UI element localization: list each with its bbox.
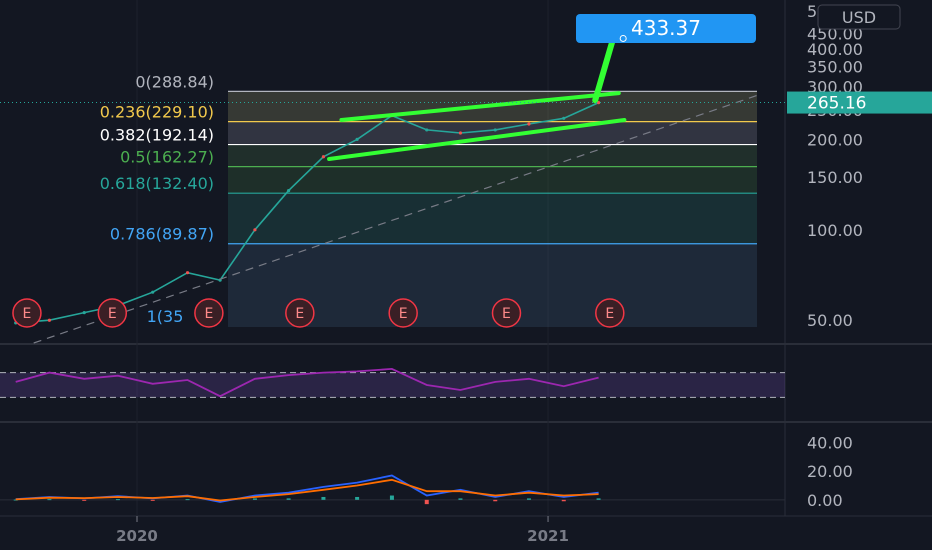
fib-level-label: 0.236(229.10) [100, 103, 214, 122]
currency-button-label: USD [842, 8, 876, 27]
earnings-marker-label: E [605, 306, 614, 322]
macd-axis-tick-label: 0.00 [807, 491, 843, 510]
macd-histogram-bar [47, 499, 52, 501]
macd-axis-tick-label: 40.00 [807, 433, 853, 452]
earnings-marker-label: E [204, 306, 213, 322]
macd-histogram-bar [82, 499, 87, 501]
earnings-marker-label: E [399, 306, 408, 322]
fib-zone [228, 144, 757, 167]
earnings-marker-label: E [295, 306, 304, 322]
macd-histogram-bar [493, 499, 498, 502]
time-axis-tick-label: 2021 [527, 527, 569, 545]
macd-histogram-bar [458, 498, 463, 500]
price-point [185, 271, 190, 275]
fib-level-label: 0(288.84) [135, 72, 214, 91]
macd-histogram-bar [561, 499, 566, 502]
macd-histogram-bar [252, 498, 257, 500]
price-point [458, 131, 463, 135]
price-point [562, 116, 566, 120]
price-chart[interactable]: 0(288.84) 0.236(229.10) 0.382(192.14) 0.5(1… [0, 0, 932, 550]
price-point [355, 137, 359, 141]
macd-histogram-bar [526, 498, 531, 500]
macd-histogram-bar [596, 498, 601, 500]
price-axis-tick-label: 50.00 [807, 311, 853, 330]
fib-zone [228, 166, 757, 194]
earnings-marker-label: E [23, 306, 32, 322]
price-point [253, 228, 257, 232]
earnings-marker[interactable]: E [12, 298, 42, 328]
price-axis-tick-label: 350.00 [807, 57, 863, 76]
chart-root: 0(288.84) 0.236(229.10) 0.382(192.14) 0.5(1… [0, 0, 932, 550]
rsi-panel [0, 367, 785, 398]
fib-zone [228, 193, 757, 244]
fib-level-label: 0.5(162.27) [120, 148, 214, 167]
time-axis-tick-label: 2020 [116, 527, 158, 545]
macd-axis-tick-label: 20.00 [807, 462, 853, 481]
price-axis-tick-label: 400.00 [807, 40, 863, 59]
target-callout[interactable]: 433.37 [576, 14, 756, 43]
macd-histogram-bar [355, 496, 360, 500]
price-axis-tick-label: 100.00 [807, 221, 863, 240]
fib-level-label: 0.382(192.14) [100, 126, 214, 145]
earnings-marker[interactable]: E [97, 298, 128, 328]
price-axis-tick-label: 150.00 [807, 168, 863, 187]
fib-level-label: 0.786(89.87) [110, 225, 214, 244]
macd-histogram-bar [424, 499, 429, 505]
last-price-badge: 265.16 [787, 91, 932, 114]
earnings-marker[interactable]: E [285, 298, 315, 328]
price-point [493, 128, 497, 132]
price-point [321, 155, 326, 159]
macd-histogram-bar [185, 499, 190, 501]
fib-level-label: 0.618(132.40) [100, 174, 214, 193]
price-point [425, 128, 429, 132]
fib-zone [228, 121, 757, 145]
macd-histogram-bar [115, 499, 120, 501]
price-point [82, 311, 86, 315]
earnings-marker[interactable]: E [194, 298, 224, 328]
earnings-marker-label: E [502, 306, 511, 322]
macd-histogram-bar [321, 496, 326, 500]
macd-histogram-bar [150, 499, 155, 501]
last-price-label: 265.16 [807, 94, 866, 114]
price-axis-tick-label: 5 [807, 2, 817, 21]
fib-level-label: 1(35 [147, 307, 184, 326]
target-price-label: 433.37 [631, 16, 701, 40]
currency-button[interactable]: USD [817, 4, 901, 30]
earnings-marker[interactable]: E [595, 298, 625, 328]
callout-anchor-point [619, 34, 627, 42]
price-point [287, 189, 291, 193]
earnings-marker[interactable]: E [388, 298, 418, 328]
price-point [47, 318, 52, 322]
earnings-marker[interactable]: E [491, 298, 522, 328]
earnings-marker-label: E [108, 306, 117, 322]
macd-histogram-bar [286, 498, 291, 500]
price-axis-tick-label: 200.00 [807, 130, 863, 149]
price-point [151, 290, 155, 294]
macd-histogram-bar [389, 495, 394, 500]
price-point [527, 122, 531, 126]
